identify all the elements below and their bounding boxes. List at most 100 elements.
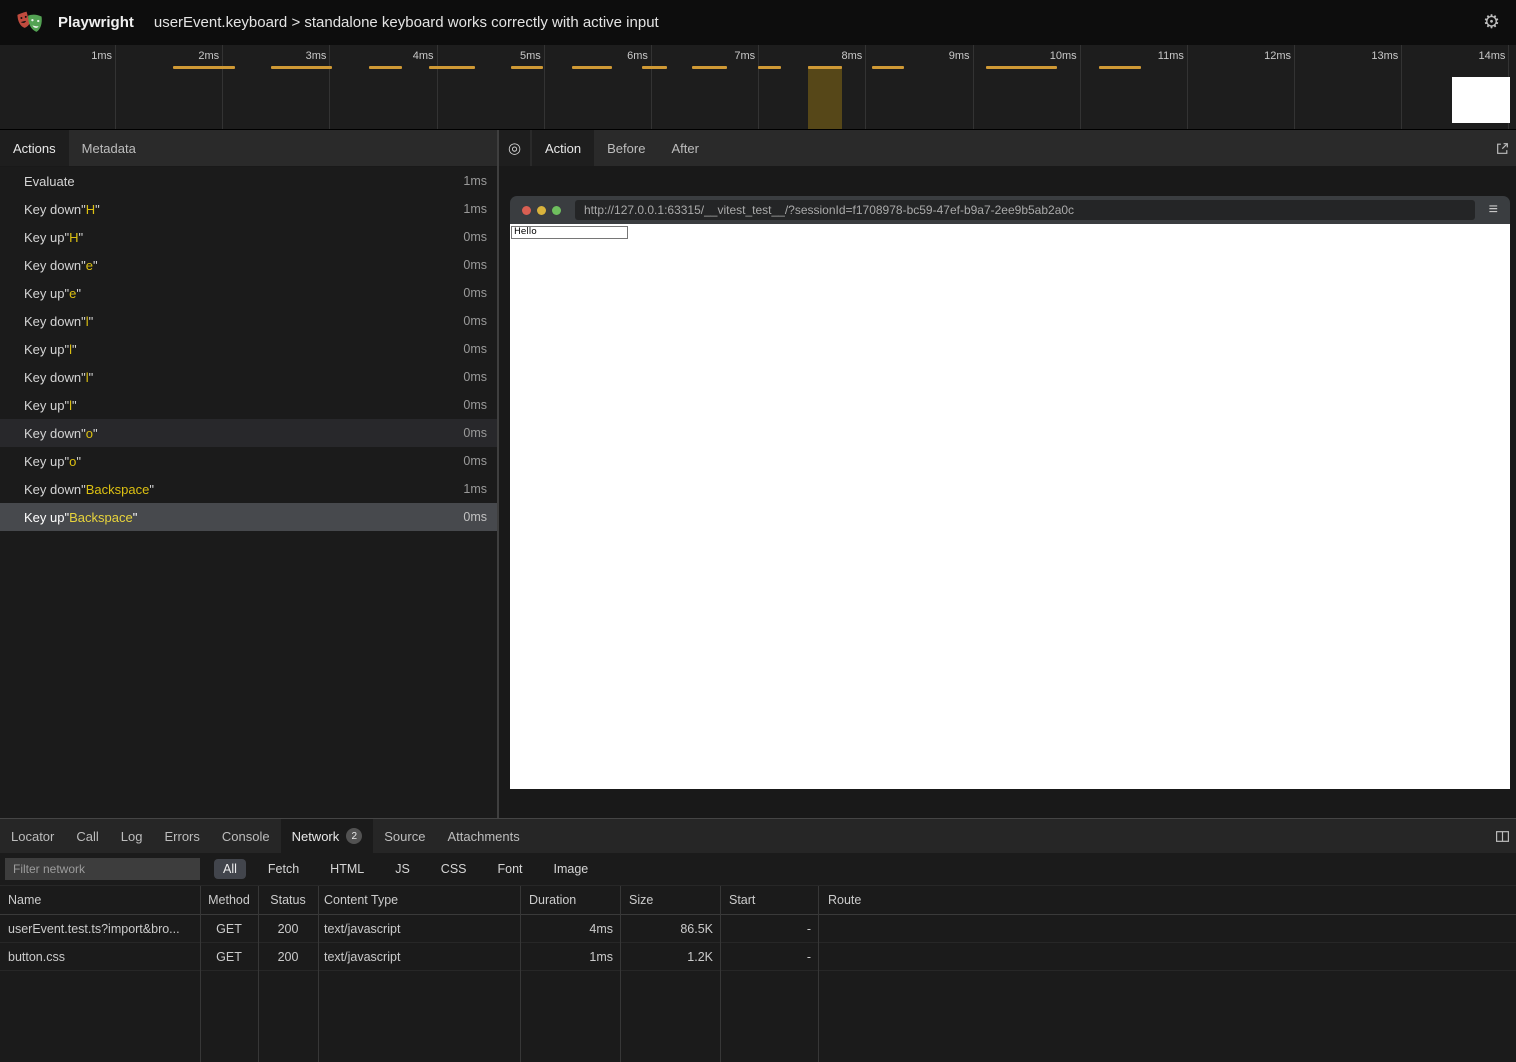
tab-network[interactable]: Network 2 (281, 819, 374, 853)
col-route[interactable]: Route (818, 893, 1516, 907)
tab-locator[interactable]: Locator (0, 819, 65, 853)
action-time-tick (986, 66, 1057, 69)
action-row[interactable]: Key up "H"0ms (0, 223, 497, 251)
details-panel: Locator Call Log Errors Console Network … (0, 818, 1516, 1062)
key-value: o (69, 454, 76, 469)
snapshot-text-input[interactable]: Hello (511, 226, 628, 239)
network-filterbar: All Fetch HTML JS CSS Font Image (0, 853, 1516, 886)
tab-actions[interactable]: Actions (0, 130, 69, 166)
col-size[interactable]: Size (620, 893, 720, 907)
action-row[interactable]: Key up "e"0ms (0, 279, 497, 307)
timeline-ruler: 1ms 2ms 3ms 4ms 5ms 6ms 7ms 8ms 9ms 10ms… (0, 45, 1516, 129)
key-value: e (86, 258, 93, 273)
details-tabbar: Locator Call Log Errors Console Network … (0, 819, 1516, 853)
col-duration[interactable]: Duration (520, 893, 620, 907)
selected-action-range (808, 66, 842, 129)
filter-chip-css[interactable]: CSS (432, 859, 476, 879)
action-row[interactable]: Key down "e"0ms (0, 251, 497, 279)
action-row[interactable]: Evaluate1ms (0, 167, 497, 195)
action-time-tick (758, 66, 781, 69)
filter-chip-font[interactable]: Font (489, 859, 532, 879)
network-filter-input[interactable] (5, 858, 200, 880)
actions-tabbar: Actions Metadata (0, 130, 497, 167)
tab-before[interactable]: Before (594, 130, 658, 166)
col-content-type[interactable]: Content Type (318, 893, 520, 907)
key-value: o (86, 426, 93, 441)
action-row[interactable]: Key down "l"0ms (0, 363, 497, 391)
playwright-logo-icon (16, 10, 43, 35)
filter-chip-js[interactable]: JS (386, 859, 419, 879)
settings-gear-icon[interactable]: ⚙ (1483, 13, 1500, 32)
filter-chip-all[interactable]: All (214, 859, 246, 879)
action-time-tick (369, 66, 402, 69)
main-split: Actions Metadata Evaluate1ms Key down "H… (0, 130, 1516, 818)
action-time-tick (642, 66, 667, 69)
open-snapshot-button[interactable] (1495, 130, 1510, 166)
col-name[interactable]: Name (0, 893, 200, 907)
tab-metadata[interactable]: Metadata (69, 130, 149, 166)
timeline-label: 1ms (0, 45, 115, 62)
timeline-label: 6ms (545, 45, 651, 62)
action-duration: 1ms (463, 202, 487, 216)
action-row[interactable]: Key down "o"0ms (0, 419, 497, 447)
key-value: Backspace (69, 510, 133, 525)
action-row[interactable]: Key up "l"0ms (0, 335, 497, 363)
tab-console[interactable]: Console (211, 819, 281, 853)
col-status[interactable]: Status (258, 893, 318, 907)
action-duration: 0ms (463, 398, 487, 412)
browser-snapshot: http://127.0.0.1:63315/__vitest_test__/?… (510, 196, 1510, 789)
action-duration: 0ms (463, 454, 487, 468)
toggle-panel-layout-button[interactable] (1495, 819, 1510, 853)
action-time-tick (271, 66, 332, 69)
tab-after[interactable]: After (658, 130, 711, 166)
action-duration: 0ms (463, 342, 487, 356)
action-row[interactable]: Key up "o"0ms (0, 447, 497, 475)
timeline[interactable]: 1ms 2ms 3ms 4ms 5ms 6ms 7ms 8ms 9ms 10ms… (0, 45, 1516, 130)
col-method[interactable]: Method (200, 893, 258, 907)
action-row[interactable]: Key down "H"1ms (0, 195, 497, 223)
snapshot-tabbar: ◎ Action Before After (499, 130, 1516, 167)
locator-picker-button[interactable]: ◎ (499, 130, 530, 166)
network-request-row[interactable]: userEvent.test.ts?import&bro... GET 200 … (0, 915, 1516, 943)
filter-chip-html[interactable]: HTML (321, 859, 373, 879)
tab-action[interactable]: Action (532, 130, 594, 166)
app-header: Playwright userEvent.keyboard > standalo… (0, 0, 1516, 45)
action-duration: 0ms (463, 286, 487, 300)
resource-type-filters: All Fetch HTML JS CSS Font Image (214, 859, 610, 879)
page-url: http://127.0.0.1:63315/__vitest_test__/?… (584, 203, 1074, 217)
key-value: H (69, 230, 78, 245)
action-time-tick (1099, 66, 1141, 69)
trace-title: userEvent.keyboard > standalone keyboard… (154, 14, 659, 31)
action-duration: 0ms (463, 314, 487, 328)
filter-chip-image[interactable]: Image (545, 859, 598, 879)
filter-chip-fetch[interactable]: Fetch (259, 859, 308, 879)
tab-errors[interactable]: Errors (153, 819, 210, 853)
timeline-label: 11ms (1081, 45, 1187, 62)
tab-call[interactable]: Call (65, 819, 109, 853)
action-row[interactable]: Key up "Backspace"0ms (0, 503, 497, 531)
tab-attachments[interactable]: Attachments (436, 819, 530, 853)
network-table: Name Method Status Content Type Duration… (0, 886, 1516, 1062)
action-row[interactable]: Key up "l"0ms (0, 391, 497, 419)
timeline-label: 2ms (116, 45, 222, 62)
timeline-label: 5ms (438, 45, 544, 62)
action-row[interactable]: Key down "l"0ms (0, 307, 497, 335)
action-row[interactable]: Key down "Backspace"1ms (0, 475, 497, 503)
film-strip-thumbnail[interactable] (1452, 77, 1510, 123)
snapshot-panel: ◎ Action Before After http://127.0. (499, 130, 1516, 818)
network-count-badge: 2 (346, 828, 362, 844)
network-request-row[interactable]: button.css GET 200 text/javascript 1ms 1… (0, 943, 1516, 971)
network-table-header: Name Method Status Content Type Duration… (0, 886, 1516, 915)
timeline-label: 4ms (330, 45, 436, 62)
action-duration: 0ms (463, 370, 487, 384)
tab-source[interactable]: Source (373, 819, 436, 853)
browser-menu-icon: ≡ (1489, 202, 1498, 218)
action-time-tick (692, 66, 727, 69)
external-link-icon (1495, 141, 1510, 156)
actions-panel: Actions Metadata Evaluate1ms Key down "H… (0, 130, 497, 818)
action-duration: 0ms (463, 426, 487, 440)
col-start[interactable]: Start (720, 893, 818, 907)
action-duration: 1ms (463, 482, 487, 496)
action-duration: 0ms (463, 258, 487, 272)
tab-log[interactable]: Log (110, 819, 154, 853)
